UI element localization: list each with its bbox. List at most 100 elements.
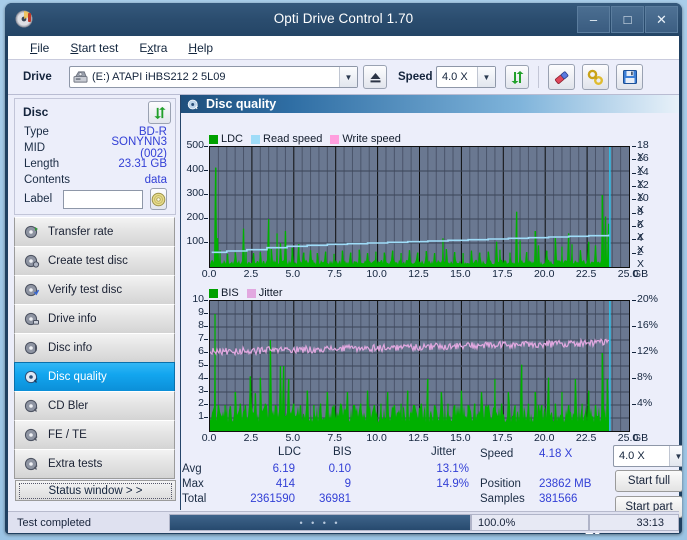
tools-button[interactable] xyxy=(582,64,609,90)
x-axis-unit-label: GB xyxy=(633,268,648,280)
y-tick-label: 300 xyxy=(181,187,204,199)
disc-label-browse-button[interactable] xyxy=(150,188,167,210)
save-icon xyxy=(622,69,638,85)
sidebar-item-label: Extra tests xyxy=(48,458,102,470)
sidebar-item-disc-quality[interactable]: Disc quality xyxy=(14,362,175,392)
disc-drive-icon xyxy=(24,311,40,327)
disc-key: MID xyxy=(24,142,86,154)
start-full-button[interactable]: Start full xyxy=(615,470,682,492)
chevron-down-icon[interactable]: ▼ xyxy=(669,446,682,466)
x-axis-unit-label: GB xyxy=(633,432,648,444)
speed-select[interactable]: 4.0 X ▼ xyxy=(436,66,496,88)
client-area: File Start test Extra Help Drive (E:) AT… xyxy=(8,36,679,529)
cd-icon xyxy=(151,192,166,207)
legend-label-bis: BIS xyxy=(221,287,239,299)
erase-button[interactable] xyxy=(548,64,575,90)
sidebar-item-create-test-disc[interactable]: Create test disc xyxy=(14,246,175,276)
stats-row-total: Total xyxy=(182,493,206,505)
y-tick xyxy=(204,218,208,219)
y-tick-label-right: 4% xyxy=(637,397,652,409)
x-tick-label: 5.0 xyxy=(273,268,313,280)
panel-title: Disc quality xyxy=(206,97,276,111)
y-tick-right xyxy=(632,159,636,160)
y-tick-label: 3 xyxy=(181,384,204,396)
disc-transfer-icon xyxy=(24,224,40,240)
disc-value: SONYNN3 (002) xyxy=(86,136,167,160)
y-tick-right xyxy=(632,378,636,379)
chart-bis-plot[interactable] xyxy=(209,300,630,432)
y-tick-right xyxy=(632,199,636,200)
sidebar-item-transfer-rate[interactable]: Transfer rate xyxy=(14,217,175,247)
disc-extra-icon xyxy=(24,456,40,472)
y-tick xyxy=(204,391,208,392)
x-tick-label: 0.0 xyxy=(189,432,229,444)
y-tick-right xyxy=(632,186,636,187)
chevron-down-icon[interactable]: ▼ xyxy=(477,67,495,87)
sidebar-item-label: CD Bler xyxy=(48,400,88,412)
y-tick xyxy=(204,352,208,353)
y-tick xyxy=(204,378,208,379)
disc-quality-icon xyxy=(24,369,40,385)
x-tick-label: 17.5 xyxy=(482,268,522,280)
status-text: Test completed xyxy=(8,515,169,530)
y-tick-right xyxy=(632,253,636,254)
close-button[interactable]: ✕ xyxy=(645,6,678,33)
disc-label-input[interactable] xyxy=(63,190,143,209)
disc-row-mid: MID SONYNN3 (002) xyxy=(15,140,175,156)
speed-value: 4.0 X xyxy=(442,71,468,83)
disc-row-contents: Contents data xyxy=(15,172,175,188)
y-tick-label: 10 xyxy=(181,293,204,305)
menu-start-test[interactable]: Start test xyxy=(60,39,129,57)
elapsed-time: 33:13 xyxy=(589,514,679,531)
chart-ldc-legend: LDC Read speed Write speed xyxy=(209,133,405,145)
window-controls: – □ ✕ xyxy=(577,6,678,33)
drive-value: (E:) ATAPI iHBS212 2 5L09 xyxy=(92,71,226,83)
stats-speed-select[interactable]: 4.0 X ▼ xyxy=(613,445,682,467)
screen: Opti Drive Control 1.70 – □ ✕ File Start… xyxy=(0,0,687,540)
disc-create-icon xyxy=(24,253,40,269)
drive-icon xyxy=(73,70,88,84)
y-tick-label: 400 xyxy=(181,163,204,175)
toolbar-separator xyxy=(538,66,539,88)
stats-bis-avg: 0.10 xyxy=(309,463,351,475)
legend-swatch-jitter xyxy=(247,289,256,298)
menu-help[interactable]: Help xyxy=(178,39,224,57)
disc-refresh-button[interactable] xyxy=(148,101,171,124)
status-window-button[interactable]: Status window > > xyxy=(15,480,176,501)
sidebar-item-drive-info[interactable]: Drive info xyxy=(14,304,175,334)
menu-extra[interactable]: Extra xyxy=(129,39,178,57)
sidebar-item-fe-te[interactable]: FE / TE xyxy=(14,420,175,450)
status-bar: Test completed • • • • 100.0% 33:13 xyxy=(8,511,679,533)
menu-start-test-label: tart test xyxy=(78,41,118,55)
sidebar-item-cd-bler[interactable]: CD Bler xyxy=(14,391,175,421)
y-tick xyxy=(204,339,208,340)
legend-swatch-read-speed xyxy=(251,135,260,144)
x-tick-label: 2.5 xyxy=(231,432,271,444)
menu-bar: File Start test Extra Help xyxy=(8,36,679,60)
speed-label: Speed xyxy=(398,71,436,83)
sidebar-item-extra-tests[interactable]: Extra tests xyxy=(14,449,175,479)
chart-ldc-plot[interactable] xyxy=(209,146,630,268)
drive-select[interactable]: (E:) ATAPI iHBS212 2 5L09 ▼ xyxy=(69,66,358,88)
save-button[interactable] xyxy=(616,64,643,90)
progress-bar: • • • • xyxy=(169,514,471,531)
minimize-button[interactable]: – xyxy=(577,6,610,33)
y-tick-label: 6 xyxy=(181,345,204,357)
y-tick xyxy=(204,170,208,171)
sidebar-item-disc-info[interactable]: Disc info xyxy=(14,333,175,363)
y-tick-label-right: 18 X xyxy=(637,139,649,163)
disc-verify-icon xyxy=(24,282,40,298)
sidebar-item-verify-test-disc[interactable]: Verify test disc xyxy=(14,275,175,305)
disc-value: 23.31 GB xyxy=(86,158,167,170)
eject-button[interactable] xyxy=(363,65,387,89)
stats-jitter-avg: 13.1% xyxy=(403,463,469,475)
sidebar-item-label: FE / TE xyxy=(48,429,87,441)
disc-info-box: Disc Type BD-R xyxy=(14,98,176,215)
chevron-down-icon[interactable]: ▼ xyxy=(339,67,357,87)
progress-percent: 100.0% xyxy=(471,514,589,531)
y-tick-right xyxy=(632,173,636,174)
menu-file[interactable]: File xyxy=(20,39,60,57)
maximize-button[interactable]: □ xyxy=(611,6,644,33)
refresh-button[interactable] xyxy=(505,65,529,89)
disc-fete-icon xyxy=(24,427,40,443)
